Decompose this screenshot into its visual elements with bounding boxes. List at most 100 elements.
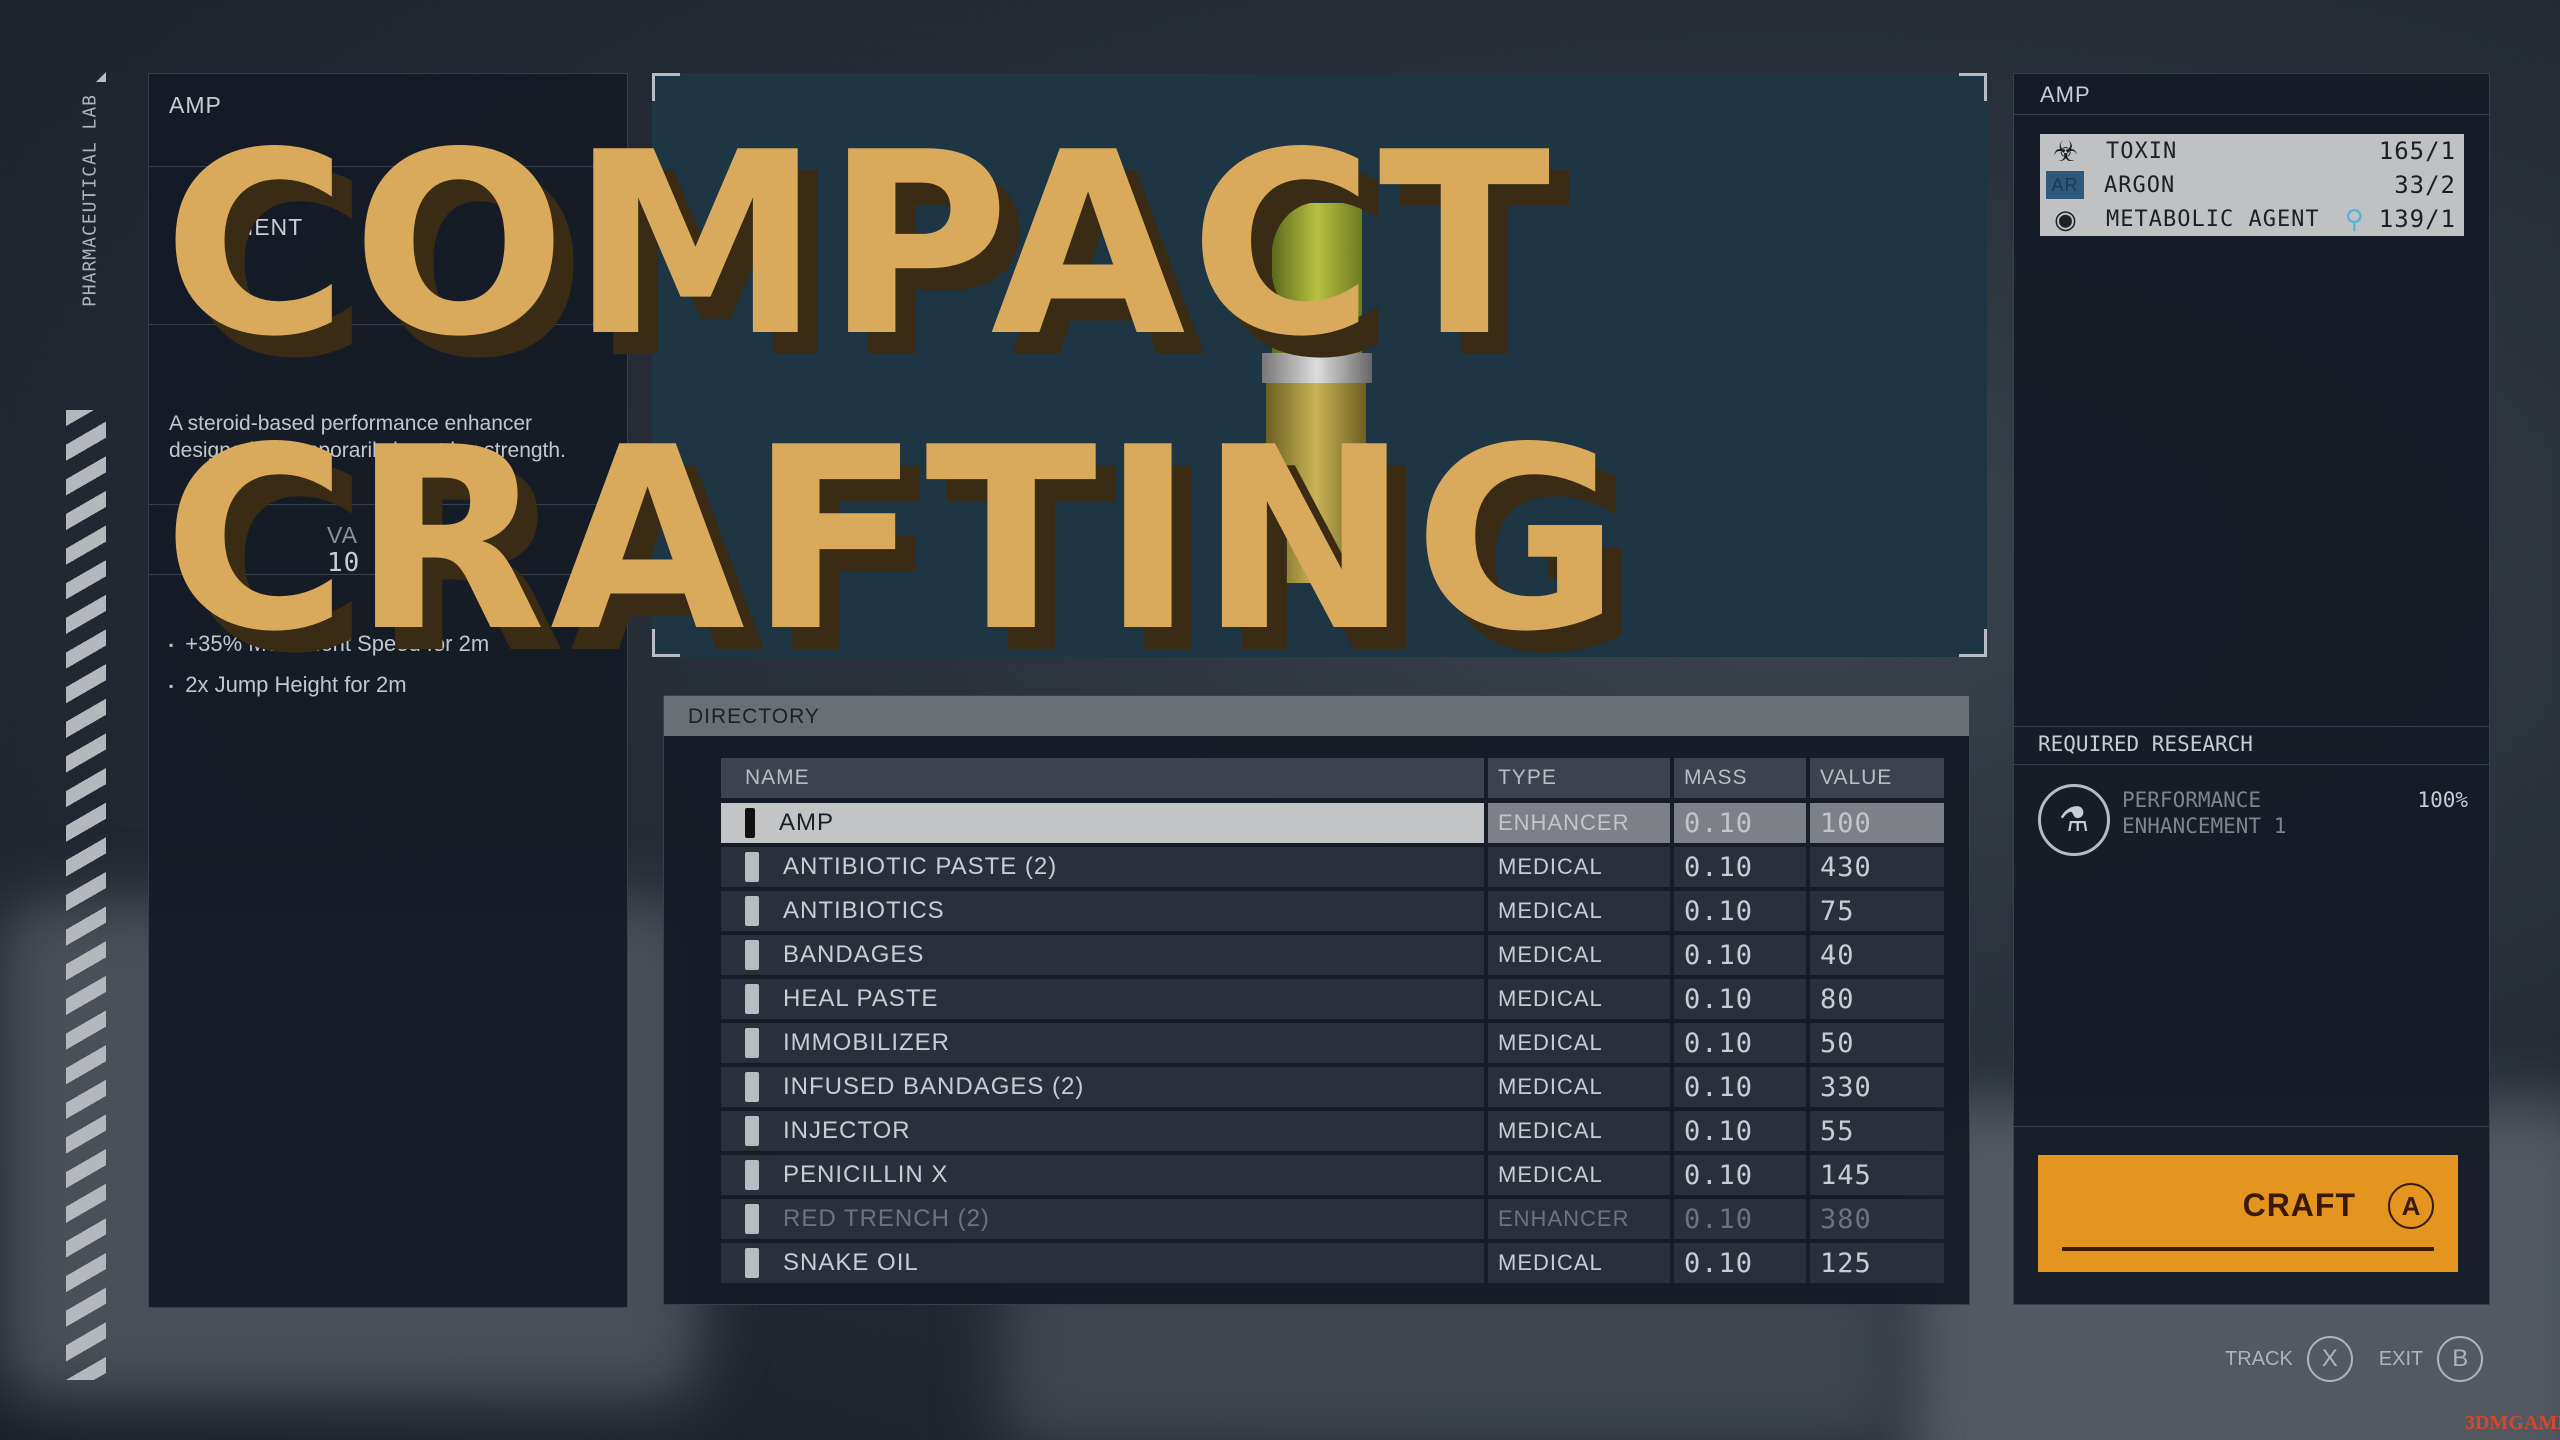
directory-title: DIRECTORY	[664, 696, 1969, 736]
table-row[interactable]: RED TRENCH (2) ENHANCER 0.10 380	[721, 1199, 1944, 1239]
cell-type: MEDICAL	[1488, 1111, 1670, 1151]
cell-mass: 0.10	[1674, 979, 1806, 1019]
cell-value: 145	[1810, 1155, 1944, 1195]
table-row[interactable]: IMMOBILIZER MEDICAL 0.10 50	[721, 1023, 1944, 1063]
ingredient-row[interactable]: ☣ TOXIN 165/1	[2040, 134, 2464, 168]
corner-marker-icon	[96, 72, 106, 82]
cell-name: SNAKE OIL	[721, 1243, 1484, 1283]
cell-mass: 0.10	[1674, 1243, 1806, 1283]
x-button-icon[interactable]: X	[2306, 1336, 2353, 1382]
sidebar-vertical-label: PHARMACEUTICAL LAB	[79, 93, 101, 308]
column-value[interactable]: VALUE	[1810, 758, 1944, 798]
ingredient-row[interactable]: AR ARGON 33/2	[2040, 168, 2464, 202]
overlay-title-line2: CRAFTING	[163, 394, 1625, 687]
cell-name: INJECTOR	[721, 1111, 1484, 1151]
cell-name: HEAL PASTE	[721, 979, 1484, 1019]
cell-mass: 0.10	[1674, 1199, 1806, 1239]
cell-value: 50	[1810, 1023, 1944, 1063]
column-type[interactable]: TYPE	[1488, 758, 1670, 798]
item-icon	[745, 852, 759, 882]
cell-type: MEDICAL	[1488, 1243, 1670, 1283]
flask-pills-icon: ⚗	[2038, 784, 2110, 856]
research-item[interactable]: ⚗ PERFORMANCE ENHANCEMENT 1 100%	[2038, 780, 2468, 860]
cell-mass: 0.10	[1674, 1111, 1806, 1151]
cell-type: ENHANCER	[1488, 803, 1670, 843]
cell-name: INFUSED BANDAGES (2)	[721, 1067, 1484, 1107]
cell-name: BANDAGES	[721, 935, 1484, 975]
cell-type: MEDICAL	[1488, 847, 1670, 887]
cell-type: MEDICAL	[1488, 935, 1670, 975]
item-icon	[745, 808, 755, 838]
required-research-title: REQUIRED RESEARCH	[2038, 732, 2253, 756]
cell-type: ENHANCER	[1488, 1199, 1670, 1239]
table-row[interactable]: INFUSED BANDAGES (2) MEDICAL 0.10 330	[721, 1067, 1944, 1107]
a-button-icon: A	[2388, 1183, 2434, 1229]
column-name[interactable]: NAME	[721, 758, 1484, 798]
table-row[interactable]: INJECTOR MEDICAL 0.10 55	[721, 1111, 1944, 1151]
cell-mass: 0.10	[1674, 1067, 1806, 1107]
cell-name: ANTIBIOTICS	[721, 891, 1484, 931]
overlay-title-line1: COMPACT	[163, 99, 1555, 392]
item-icon	[745, 1160, 759, 1190]
table-row[interactable]: BANDAGES MEDICAL 0.10 40	[721, 935, 1944, 975]
item-icon	[745, 896, 759, 926]
track-hint-label[interactable]: TRACK	[2225, 1348, 2293, 1371]
cell-name: RED TRENCH (2)	[721, 1199, 1484, 1239]
button-hints: TRACK X EXIT B	[2225, 1336, 2484, 1382]
cell-type: MEDICAL	[1488, 891, 1670, 931]
cell-value: 100	[1810, 803, 1944, 843]
cell-mass: 0.10	[1674, 1155, 1806, 1195]
cell-type: MEDICAL	[1488, 979, 1670, 1019]
biohazard-icon: ☣	[2052, 135, 2080, 167]
cell-value: 430	[1810, 847, 1944, 887]
cell-name: ANTIBIOTIC PASTE (2)	[721, 847, 1484, 887]
item-icon	[745, 940, 759, 970]
cell-value: 380	[1810, 1199, 1944, 1239]
metabolic-agent-icon: ◉	[2054, 203, 2078, 234]
item-icon	[745, 984, 759, 1014]
cell-mass: 0.10	[1674, 935, 1806, 975]
research-progress: 100%	[2417, 788, 2468, 812]
cell-type: MEDICAL	[1488, 1067, 1670, 1107]
sidebar-strip: PHARMACEUTICAL LAB	[60, 70, 120, 1390]
cell-type: MEDICAL	[1488, 1155, 1670, 1195]
exit-hint-label[interactable]: EXIT	[2379, 1348, 2423, 1371]
table-row[interactable]: ANTIBIOTICS MEDICAL 0.10 75	[721, 891, 1944, 931]
argon-element-icon: AR	[2046, 171, 2084, 199]
cell-mass: 0.10	[1674, 1023, 1806, 1063]
requirements-title: AMP	[2040, 82, 2091, 107]
cell-mass: 0.10	[1674, 803, 1806, 843]
craft-button[interactable]: CRAFT A	[2038, 1155, 2458, 1272]
column-mass[interactable]: MASS	[1674, 758, 1806, 798]
cell-mass: 0.10	[1674, 891, 1806, 931]
table-row[interactable]: AMP ENHANCER 0.10 100	[721, 803, 1944, 843]
cell-type: MEDICAL	[1488, 1023, 1670, 1063]
item-icon	[745, 1116, 759, 1146]
table-header: NAME TYPE MASS VALUE	[721, 758, 1944, 798]
requirements-panel: AMP ☣ TOXIN 165/1 AR ARGON 33/2 ◉ METABO…	[2013, 73, 2490, 1305]
table-row[interactable]: HEAL PASTE MEDICAL 0.10 80	[721, 979, 1944, 1019]
cell-value: 40	[1810, 935, 1944, 975]
cell-value: 330	[1810, 1067, 1944, 1107]
cell-value: 125	[1810, 1243, 1944, 1283]
ingredient-row[interactable]: ◉ METABOLIC AGENT ⚲ 139/1	[2040, 202, 2464, 236]
table-row[interactable]: PENICILLIN X MEDICAL 0.10 145	[721, 1155, 1944, 1195]
craft-progress-line	[2062, 1247, 2434, 1251]
watermark: 3DMGAME	[2465, 1412, 2560, 1434]
cell-name: IMMOBILIZER	[721, 1023, 1484, 1063]
item-icon	[745, 1204, 759, 1234]
search-icon[interactable]: ⚲	[2345, 204, 2365, 235]
cell-value: 75	[1810, 891, 1944, 931]
table-row[interactable]: SNAKE OIL MEDICAL 0.10 125	[721, 1243, 1944, 1283]
item-icon	[745, 1072, 759, 1102]
b-button-icon[interactable]: B	[2437, 1336, 2484, 1382]
table-row[interactable]: ANTIBIOTIC PASTE (2) MEDICAL 0.10 430	[721, 847, 1944, 887]
cell-value: 80	[1810, 979, 1944, 1019]
directory-panel: DIRECTORY NAME TYPE MASS VALUE AMP ENHANC…	[663, 695, 1970, 1305]
item-icon	[745, 1248, 759, 1278]
cell-value: 55	[1810, 1111, 1944, 1151]
cell-name: PENICILLIN X	[721, 1155, 1484, 1195]
item-icon	[745, 1028, 759, 1058]
hazard-stripes	[66, 410, 106, 1380]
cell-mass: 0.10	[1674, 847, 1806, 887]
